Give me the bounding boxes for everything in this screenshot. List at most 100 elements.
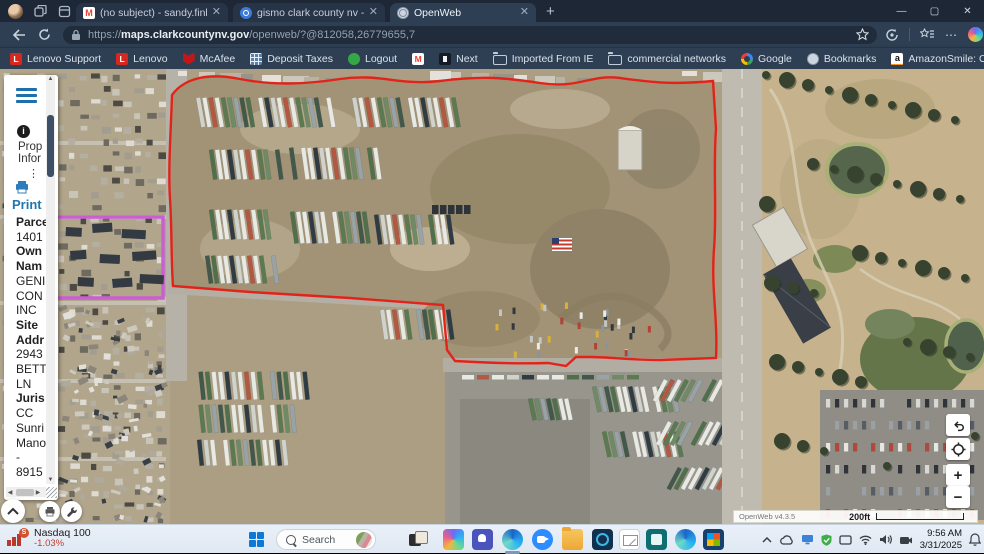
map-status-strip: OpenWeb v4.3.5 200ft: [733, 510, 978, 523]
map-canvas[interactable]: [0, 69, 984, 524]
property-field: 8915: [16, 465, 50, 480]
print-map-button[interactable]: [39, 501, 60, 522]
workspaces-icon[interactable]: [34, 5, 47, 18]
favorite-star-icon[interactable]: [856, 28, 869, 41]
browser-essentials-icon[interactable]: [885, 28, 899, 42]
scroll-left-icon[interactable]: ◀: [6, 489, 14, 496]
favorite-label: AmazonSmile: Onlin...: [908, 53, 984, 65]
settings-menu-icon[interactable]: ⋯: [945, 28, 958, 42]
favorite-item[interactable]: McAfee: [183, 53, 236, 65]
close-icon[interactable]: ✕: [212, 7, 221, 18]
vertical-scrollbar[interactable]: ▲ ▼: [46, 75, 55, 484]
favorite-item[interactable]: Logout: [348, 53, 397, 65]
scroll-right-icon[interactable]: ▶: [34, 489, 42, 496]
touchpad-icon[interactable]: [839, 535, 852, 545]
tab-actions-icon[interactable]: [58, 5, 71, 18]
favorites-bar-icon[interactable]: [920, 28, 935, 41]
file-explorer-icon[interactable]: [562, 529, 583, 550]
property-field: INC: [16, 303, 50, 318]
zoom-app-icon[interactable]: [532, 529, 553, 550]
overflow-icon[interactable]: ⋮: [28, 167, 39, 180]
taskbar: S Nasdaq 100 -1.03% Search: [0, 524, 984, 553]
favorite-item[interactable]: AmazonSmile: Onlin...: [891, 53, 984, 65]
panel-resize-grip[interactable]: [46, 487, 57, 498]
tab-label: OpenWeb: [414, 7, 515, 19]
favorite-item[interactable]: commercial networks: [608, 53, 726, 65]
property-field: Own: [16, 244, 50, 259]
stocks-widget-icon: S: [7, 528, 29, 548]
favorite-item[interactable]: Google: [741, 53, 792, 65]
scanner-app-icon[interactable]: [646, 529, 667, 550]
favorite-label: commercial networks: [627, 53, 726, 65]
tools-button[interactable]: [61, 501, 82, 522]
clock[interactable]: 9:56 AM 3/31/2025: [920, 528, 962, 551]
start-button[interactable]: [249, 532, 264, 547]
tab-label: (no subject) - sandy.fink77@gma: [100, 7, 207, 19]
scroll-down-icon[interactable]: ▼: [46, 477, 55, 483]
onedrive-cloud-icon[interactable]: [779, 535, 794, 545]
tray-expand-icon[interactable]: [762, 537, 772, 543]
browser-tab-strip: (no subject) - sandy.fink77@gma ✕ gismo …: [0, 0, 984, 22]
teams-app-icon[interactable]: [472, 529, 493, 550]
back-icon[interactable]: [12, 29, 26, 41]
locate-button[interactable]: [946, 438, 970, 460]
search-icon: [286, 535, 296, 545]
favorite-item[interactable]: Deposit Taxes: [250, 53, 333, 65]
mail-app-icon[interactable]: [619, 529, 640, 550]
print-button[interactable]: Print: [12, 197, 42, 212]
volume-icon[interactable]: [879, 534, 892, 545]
favorite-item[interactable]: Next: [439, 53, 478, 65]
favorite-item[interactable]: Bookmarks: [807, 53, 877, 65]
property-fields: Parce1401OwnNamGENICONINCSiteAddr2943BET…: [16, 215, 50, 480]
profile-avatar[interactable]: [8, 4, 23, 19]
tab-search[interactable]: gismo clark county nv - Search ✕: [233, 3, 385, 22]
close-icon[interactable]: ✕: [369, 7, 378, 18]
favorite-label: McAfee: [200, 53, 236, 65]
property-field: GENI: [16, 274, 50, 289]
menu-icon[interactable]: [16, 88, 37, 103]
security-shield-icon[interactable]: [821, 534, 832, 546]
tab-openweb-active[interactable]: OpenWeb ✕: [390, 3, 536, 22]
refresh-icon[interactable]: [38, 28, 51, 41]
search-box[interactable]: Search: [276, 529, 376, 550]
mcafee-favicon-icon: [183, 53, 195, 65]
display-icon[interactable]: [801, 534, 814, 545]
widgets-button[interactable]: S Nasdaq 100 -1.03%: [7, 527, 91, 550]
favorite-item[interactable]: Lenovo Support: [10, 53, 101, 65]
property-field: Mano: [16, 436, 50, 451]
zoom-in-button[interactable]: +: [946, 464, 970, 486]
alexa-app-icon[interactable]: [592, 529, 613, 550]
zoom-out-button[interactable]: −: [946, 486, 970, 508]
task-view-icon[interactable]: [407, 529, 428, 550]
scroll-up-icon[interactable]: ▲: [46, 76, 55, 82]
notifications-bell-icon[interactable]: [969, 533, 981, 546]
undo-button[interactable]: [946, 414, 970, 436]
favorite-item[interactable]: Imported From IE: [493, 53, 594, 65]
property-field: 1401: [16, 230, 50, 245]
wifi-icon[interactable]: [859, 535, 872, 545]
minimize-button[interactable]: —: [885, 0, 918, 22]
store-app-icon[interactable]: [703, 529, 724, 550]
office-app-icon[interactable]: [675, 529, 696, 550]
close-icon[interactable]: ✕: [520, 7, 529, 18]
edge-app-icon[interactable]: [502, 529, 523, 550]
favorites-bar: Lenovo Support Lenovo McAfee Deposit Taxes L…: [0, 47, 984, 69]
copilot-app-icon[interactable]: [443, 529, 464, 550]
maximize-button[interactable]: ▢: [918, 0, 951, 22]
favorite-item[interactable]: Lenovo: [116, 53, 167, 65]
close-window-button[interactable]: ✕: [951, 0, 984, 22]
tab-gmail[interactable]: (no subject) - sandy.fink77@gma ✕: [76, 3, 228, 22]
collapse-panel-button[interactable]: [1, 499, 25, 523]
favorite-label: Deposit Taxes: [267, 53, 333, 65]
widget-change: -1.03%: [34, 539, 91, 550]
property-info-panel: i Prop Infor ⋮ Print Parce1401OwnNamGENI…: [4, 75, 58, 500]
favorite-item[interactable]: [412, 53, 424, 65]
address-bar[interactable]: https://maps.clarkcountynv.gov/openweb/?…: [63, 26, 877, 44]
horizontal-scroll-thumb[interactable]: [16, 489, 34, 496]
copilot-icon[interactable]: [968, 27, 983, 42]
info-icon[interactable]: i: [17, 125, 30, 138]
new-tab-button[interactable]: +: [546, 3, 555, 20]
vertical-scroll-thumb[interactable]: [47, 115, 54, 177]
camera-icon[interactable]: [899, 535, 913, 545]
horizontal-scrollbar[interactable]: ◀ ▶: [6, 487, 46, 497]
